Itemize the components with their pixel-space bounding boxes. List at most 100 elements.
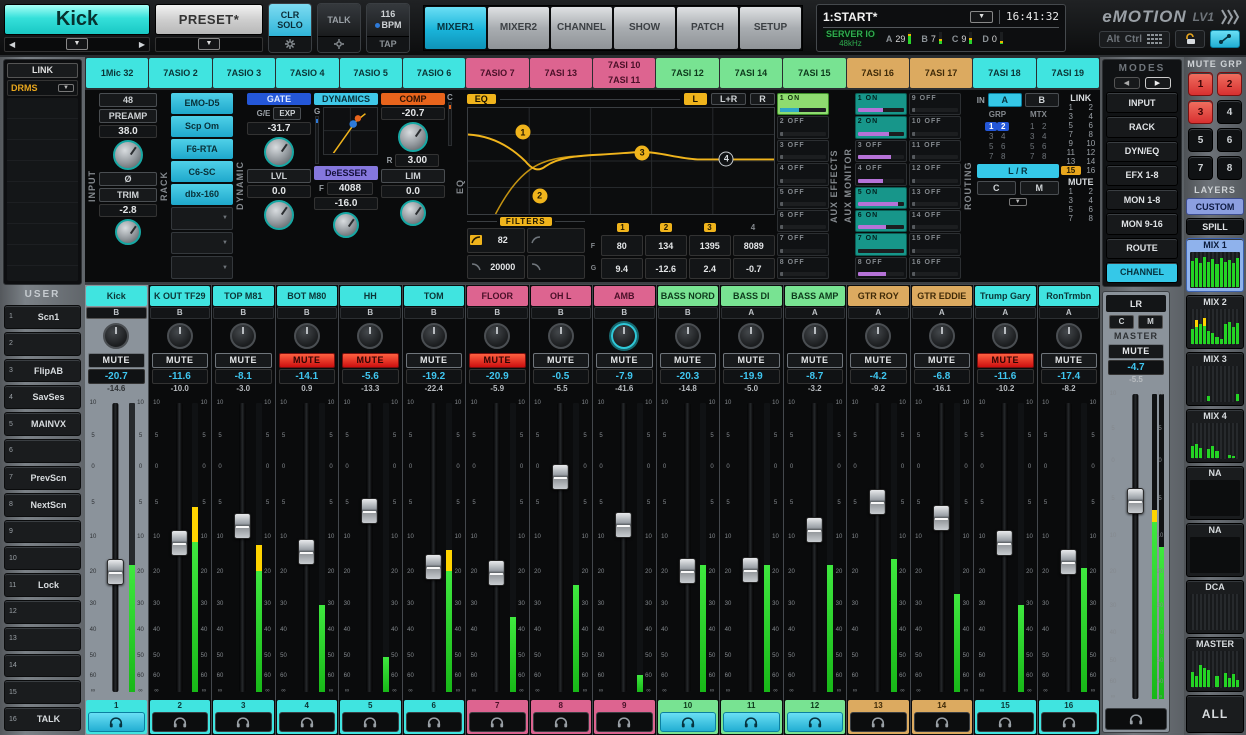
master-m-button[interactable]: M: [1138, 315, 1163, 329]
input-name-4[interactable]: 7ASIO 4: [276, 58, 338, 88]
mute-button[interactable]: MUTE: [152, 353, 209, 368]
user-button-13[interactable]: 13: [4, 627, 81, 651]
grp-assign-2[interactable]: 2: [997, 122, 1009, 131]
fader-value[interactable]: -11.6: [977, 369, 1034, 384]
fader-handle[interactable]: [615, 512, 632, 538]
channel-name[interactable]: RonTrmbn: [1039, 286, 1100, 306]
aux-monitor-10[interactable]: 10 OFF: [909, 116, 961, 138]
mute-group-3[interactable]: 3: [1188, 100, 1213, 124]
grp-assign-8[interactable]: 8: [997, 152, 1009, 161]
link-button[interactable]: LINK: [7, 63, 78, 78]
channel-name[interactable]: BASS DI: [721, 286, 782, 306]
mtx-assign-2[interactable]: 2: [1038, 122, 1050, 131]
master-fader-handle[interactable]: [1127, 488, 1144, 514]
channel-name[interactable]: BASS NORD: [658, 286, 719, 306]
layer-mix-3-2[interactable]: MIX 3: [1186, 352, 1244, 406]
user-button-11[interactable]: 11Lock: [4, 573, 81, 597]
pan-knob[interactable]: [103, 323, 129, 349]
tab-mixer2[interactable]: MIXER2: [488, 7, 549, 49]
aux-effects-3[interactable]: 3 OFF: [777, 140, 829, 162]
keyboard-shortcuts-button[interactable]: Alt Ctrl: [1099, 31, 1170, 48]
input-name-15[interactable]: 7ASI 18: [973, 58, 1035, 88]
input-name-7[interactable]: 7ASIO 7: [466, 58, 528, 88]
headphone-button[interactable]: [469, 712, 526, 732]
gate-floor-knob[interactable]: [264, 200, 294, 230]
user-button-14[interactable]: 14: [4, 654, 81, 678]
aux-effects-1[interactable]: 1 ON: [777, 93, 829, 115]
gate-lvl-button[interactable]: LVL: [247, 169, 311, 183]
mute-button[interactable]: MUTE: [660, 353, 717, 368]
master-fader-track[interactable]: [1132, 394, 1138, 699]
mode-input[interactable]: INPUT: [1106, 92, 1178, 113]
eq-band-3-freq[interactable]: 1395: [689, 235, 731, 256]
channel-name[interactable]: TOM: [404, 286, 465, 306]
mute-group-4[interactable]: 4: [1217, 100, 1242, 124]
tab-channel[interactable]: CHANNEL: [551, 7, 612, 49]
aux-monitor-6[interactable]: 6 ON: [855, 210, 907, 232]
preset-display[interactable]: PRESET*: [155, 4, 263, 35]
gate-threshold-knob[interactable]: [264, 137, 294, 167]
channel-dropdown[interactable]: ▼: [66, 38, 89, 50]
fader-value[interactable]: -6.8: [914, 369, 971, 384]
preamp-gain-knob[interactable]: [113, 140, 143, 170]
headphone-button[interactable]: [88, 712, 145, 732]
fader-handle[interactable]: [552, 464, 569, 490]
mono-assign-button[interactable]: M: [1020, 181, 1059, 195]
modes-next-button[interactable]: ▶: [1145, 77, 1171, 89]
tab-show[interactable]: SHOW: [614, 7, 675, 49]
mute-assign-8[interactable]: 8: [1081, 214, 1101, 223]
channel-name[interactable]: TOP M81: [213, 286, 274, 306]
pan-knob[interactable]: [929, 323, 955, 349]
fader-track[interactable]: [684, 403, 690, 692]
matrix-assign-grid[interactable]: 12345678: [1026, 122, 1050, 161]
aux-monitor-11[interactable]: 11 OFF: [909, 140, 961, 162]
prev-channel-button[interactable]: ◀: [9, 40, 15, 49]
fader-handle[interactable]: [425, 554, 442, 580]
channel-name[interactable]: GTR EDDIE: [912, 286, 973, 306]
headphone-button[interactable]: [279, 712, 336, 732]
layer-master-7[interactable]: MASTER: [1186, 637, 1244, 691]
link-14[interactable]: 14: [1081, 157, 1101, 166]
mode-channel[interactable]: CHANNEL: [1106, 262, 1178, 283]
user-button-5[interactable]: 5MAINVX: [4, 412, 81, 436]
fader-value[interactable]: -20.3: [660, 369, 717, 384]
channel-group-selector[interactable]: DRMS ▼: [7, 80, 78, 96]
fader-value[interactable]: -20.9: [469, 369, 526, 384]
scene-name[interactable]: 1:START*: [823, 10, 964, 24]
headphone-button[interactable]: [787, 712, 844, 732]
headphone-button[interactable]: [215, 712, 272, 732]
mute-button[interactable]: MUTE: [1041, 353, 1098, 368]
channel-name[interactable]: OH L: [531, 286, 592, 306]
input-name-11[interactable]: 7ASI 14: [720, 58, 782, 88]
input-name-5[interactable]: 7ASIO 5: [340, 58, 402, 88]
fader-handle[interactable]: [1060, 549, 1077, 575]
fader-track[interactable]: [176, 403, 182, 692]
pan-knob[interactable]: [738, 323, 764, 349]
mode-mon-1-8[interactable]: MON 1-8: [1106, 189, 1178, 210]
mute-button[interactable]: MUTE: [533, 353, 590, 368]
fader-value[interactable]: -8.7: [787, 369, 844, 384]
mute-button[interactable]: MUTE: [787, 353, 844, 368]
grp-assign-3[interactable]: 3: [985, 132, 997, 141]
channel-layer-select[interactable]: A: [721, 307, 782, 319]
lpf-cell[interactable]: 20000: [467, 255, 525, 280]
mute-assign-grid[interactable]: 12345678: [1061, 187, 1101, 223]
eq-band-2-freq[interactable]: 134: [645, 235, 687, 256]
grp-assign-6[interactable]: 6: [997, 142, 1009, 151]
channel-name[interactable]: HH: [340, 286, 401, 306]
link-6[interactable]: 6: [1081, 121, 1101, 130]
channel-layer-select[interactable]: B: [594, 307, 655, 319]
grp-assign-1[interactable]: 1: [985, 122, 997, 131]
fader-track[interactable]: [748, 403, 754, 692]
mute-assign-4[interactable]: 4: [1081, 196, 1101, 205]
pan-knob[interactable]: [802, 323, 828, 349]
input-name-2[interactable]: 7ASIO 2: [149, 58, 211, 88]
pan-knob[interactable]: [167, 323, 193, 349]
aux-effects-6[interactable]: 6 OFF: [777, 210, 829, 232]
link-15[interactable]: 15: [1061, 166, 1081, 175]
pan-knob[interactable]: [611, 323, 637, 349]
mode-rack[interactable]: RACK: [1106, 116, 1178, 137]
mtx-assign-3[interactable]: 3: [1026, 132, 1038, 141]
master-mute-button[interactable]: MUTE: [1108, 344, 1164, 359]
channel-name[interactable]: FLOOR: [467, 286, 528, 306]
